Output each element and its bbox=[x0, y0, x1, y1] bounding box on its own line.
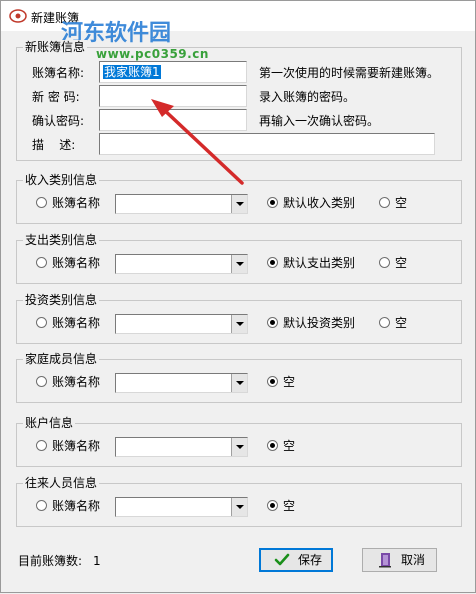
group-title: 家庭成员信息 bbox=[23, 352, 100, 366]
password-input[interactable] bbox=[99, 85, 247, 107]
income-default-radio[interactable] bbox=[267, 197, 278, 208]
account-empty-radio[interactable] bbox=[267, 440, 278, 451]
confirm-password-hint: 再输入一次确认密码。 bbox=[259, 114, 380, 128]
account-book-select[interactable] bbox=[115, 437, 248, 457]
radio-label: 默认收入类别 bbox=[283, 196, 356, 210]
chevron-down-icon[interactable] bbox=[231, 255, 247, 273]
income-book-select[interactable] bbox=[115, 194, 248, 214]
radio-label: 账簿名称 bbox=[52, 196, 101, 210]
radio-label: 空 bbox=[395, 316, 408, 330]
group-title: 新账簿信息 bbox=[23, 40, 88, 54]
group-title: 账户信息 bbox=[23, 416, 76, 430]
radio-label: 账簿名称 bbox=[52, 499, 101, 513]
contacts-info-group: 往来人员信息 账簿名称 空 bbox=[16, 476, 462, 527]
radio-label: 默认支出类别 bbox=[283, 256, 356, 270]
book-info-group: 新账簿信息 账簿名称: 我家账簿1 第一次使用的时候需要新建账簿。 新 密 码:… bbox=[16, 40, 462, 161]
radio-label: 账簿名称 bbox=[52, 316, 101, 330]
chevron-down-icon[interactable] bbox=[231, 438, 247, 456]
invest-empty-radio[interactable] bbox=[379, 317, 390, 328]
book-name-input[interactable]: 我家账簿1 bbox=[99, 61, 247, 83]
book-name-hint: 第一次使用的时候需要新建账簿。 bbox=[259, 66, 440, 80]
family-members-group: 家庭成员信息 账簿名称 空 bbox=[16, 352, 462, 403]
expense-category-group: 支出类别信息 账簿名称 默认支出类别 空 bbox=[16, 233, 462, 284]
radio-label: 空 bbox=[283, 499, 296, 513]
cancel-button-label: 取消 bbox=[401, 553, 426, 567]
income-category-group: 收入类别信息 账簿名称 默认收入类别 空 bbox=[16, 173, 462, 224]
save-button-label: 保存 bbox=[298, 553, 323, 567]
cancel-button[interactable]: 取消 bbox=[362, 548, 437, 572]
family-book-name-radio[interactable] bbox=[36, 376, 47, 387]
radio-label: 账簿名称 bbox=[52, 439, 101, 453]
chevron-down-icon[interactable] bbox=[231, 498, 247, 516]
radio-label: 空 bbox=[395, 196, 408, 210]
account-info-group: 账户信息 账簿名称 空 bbox=[16, 416, 462, 467]
account-book-name-radio[interactable] bbox=[36, 440, 47, 451]
invest-default-radio[interactable] bbox=[267, 317, 278, 328]
family-empty-radio[interactable] bbox=[267, 376, 278, 387]
radio-label: 账簿名称 bbox=[52, 256, 101, 270]
group-title: 往来人员信息 bbox=[23, 476, 100, 490]
chevron-down-icon[interactable] bbox=[231, 195, 247, 213]
checkmark-icon bbox=[274, 553, 290, 566]
door-exit-icon bbox=[379, 553, 391, 568]
confirm-password-label: 确认密码: bbox=[32, 114, 85, 128]
save-button[interactable]: 保存 bbox=[259, 548, 333, 572]
expense-empty-radio[interactable] bbox=[379, 257, 390, 268]
radio-label: 空 bbox=[283, 375, 296, 389]
radio-label: 账簿名称 bbox=[52, 375, 101, 389]
invest-book-name-radio[interactable] bbox=[36, 317, 47, 328]
income-empty-radio[interactable] bbox=[379, 197, 390, 208]
book-count-value: 1 bbox=[93, 554, 101, 568]
investment-category-group: 投资类别信息 账簿名称 默认投资类别 空 bbox=[16, 293, 462, 344]
group-title: 投资类别信息 bbox=[23, 293, 100, 307]
new-book-dialog: 新建账簿 河东软件园 www.pc0359.cn 新账簿信息 账簿名称: 我家账… bbox=[0, 0, 476, 593]
app-icon bbox=[9, 9, 27, 23]
description-input[interactable] bbox=[99, 133, 435, 155]
expense-default-radio[interactable] bbox=[267, 257, 278, 268]
expense-book-name-radio[interactable] bbox=[36, 257, 47, 268]
contacts-book-name-radio[interactable] bbox=[36, 500, 47, 511]
income-book-name-radio[interactable] bbox=[36, 197, 47, 208]
radio-label: 空 bbox=[283, 439, 296, 453]
radio-label: 空 bbox=[395, 256, 408, 270]
invest-book-select[interactable] bbox=[115, 314, 248, 334]
confirm-password-input[interactable] bbox=[99, 109, 247, 131]
group-title: 支出类别信息 bbox=[23, 233, 100, 247]
contacts-book-select[interactable] bbox=[115, 497, 248, 517]
chevron-down-icon[interactable] bbox=[231, 374, 247, 392]
description-label: 描 述: bbox=[32, 138, 76, 152]
contacts-empty-radio[interactable] bbox=[267, 500, 278, 511]
password-hint: 录入账簿的密码。 bbox=[259, 90, 356, 104]
book-name-label: 账簿名称: bbox=[32, 66, 85, 80]
family-book-select[interactable] bbox=[115, 373, 248, 393]
book-name-value: 我家账簿1 bbox=[103, 65, 161, 79]
radio-label: 默认投资类别 bbox=[283, 316, 356, 330]
book-count-label: 目前账簿数: bbox=[18, 554, 83, 568]
password-label: 新 密 码: bbox=[32, 90, 80, 104]
expense-book-select[interactable] bbox=[115, 254, 248, 274]
chevron-down-icon[interactable] bbox=[231, 315, 247, 333]
group-title: 收入类别信息 bbox=[23, 173, 100, 187]
